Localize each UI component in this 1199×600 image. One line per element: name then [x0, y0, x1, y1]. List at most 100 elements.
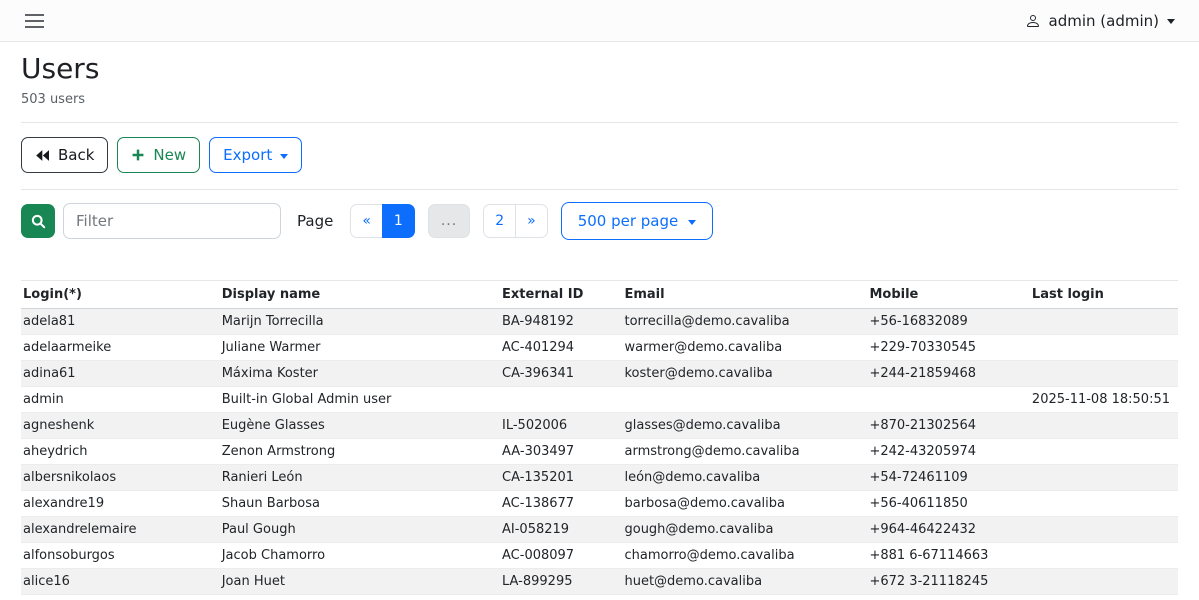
cell-external-id: BA-948192 [500, 309, 622, 335]
user-menu-dropdown[interactable]: admin (admin) [1019, 11, 1181, 31]
cell-login: aheydrich [21, 439, 220, 465]
cell-email: barbosa@demo.cavaliba [622, 491, 867, 517]
column-header: Login(*) [21, 281, 220, 309]
pagination-next[interactable]: » [515, 204, 548, 238]
cell-external-id: CA-396341 [500, 361, 622, 387]
table-row[interactable]: admin Built-in Global Admin user 2025-11… [21, 387, 1178, 413]
caret-down-icon [280, 154, 288, 159]
table-row[interactable]: alfonsoburgos Jacob Chamorro AC-008097 c… [21, 543, 1178, 569]
cell-display-name: Juliane Warmer [220, 335, 500, 361]
cell-login: albersnikolaos [21, 465, 220, 491]
cell-external-id: LA-899295 [500, 569, 622, 595]
cell-last-login [1030, 517, 1178, 543]
cell-email: chamorro@demo.cavaliba [622, 543, 867, 569]
menu-toggle-button[interactable] [21, 10, 48, 32]
cell-external-id [500, 387, 622, 413]
cell-email: gough@demo.cavaliba [622, 517, 867, 543]
cell-last-login [1030, 491, 1178, 517]
cell-last-login [1030, 543, 1178, 569]
table-row[interactable]: aheydrich Zenon Armstrong AA-303497 arms… [21, 439, 1178, 465]
page-header: Users 503 users [21, 42, 1178, 123]
page-label: Page [297, 212, 333, 230]
cell-last-login [1030, 335, 1178, 361]
table-header-row: Login(*)Display nameExternal IDEmailMobi… [21, 281, 1178, 309]
pagination-page-1[interactable]: 1 [382, 204, 415, 238]
table-row[interactable]: adina61 Máxima Koster CA-396341 koster@d… [21, 361, 1178, 387]
column-header: Email [622, 281, 867, 309]
user-count: 503 users [21, 92, 1178, 107]
search-button[interactable] [21, 204, 55, 238]
export-button-label: Export [223, 148, 272, 163]
cell-login: adela81 [21, 309, 220, 335]
hamburger-icon [25, 14, 44, 16]
cell-mobile: +964-46422432 [867, 517, 1029, 543]
new-button[interactable]: New [117, 137, 200, 173]
cell-login: alexandrelemaire [21, 517, 220, 543]
search-icon [30, 213, 47, 230]
back-button[interactable]: Back [21, 137, 108, 173]
user-menu-label: admin (admin) [1049, 12, 1159, 30]
table-row[interactable]: alexandre19 Shaun Barbosa AC-138677 barb… [21, 491, 1178, 517]
export-button[interactable]: Export [209, 137, 302, 173]
filter-bar: Page « 1 ... 2 » 500 per page [21, 202, 1178, 240]
cell-mobile: +672 3-21118245 [867, 569, 1029, 595]
table-row[interactable]: albersnikolaos Ranieri León CA-135201 le… [21, 465, 1178, 491]
cell-email: huet@demo.cavaliba [622, 569, 867, 595]
rewind-icon [35, 149, 50, 162]
cell-mobile: +870-21302564 [867, 413, 1029, 439]
cell-last-login [1030, 569, 1178, 595]
column-header: Display name [220, 281, 500, 309]
toolbar: Back New Export [21, 123, 1178, 190]
cell-last-login: 2025-11-08 18:50:51 [1030, 387, 1178, 413]
column-header: Last login [1030, 281, 1178, 309]
table-row[interactable]: adela81 Marijn Torrecilla BA-948192 torr… [21, 309, 1178, 335]
table-row[interactable]: adelaarmeike Juliane Warmer AC-401294 wa… [21, 335, 1178, 361]
cell-email [622, 387, 867, 413]
cell-email: warmer@demo.cavaliba [622, 335, 867, 361]
cell-display-name: Zenon Armstrong [220, 439, 500, 465]
cell-email: torrecilla@demo.cavaliba [622, 309, 867, 335]
cell-email: glasses@demo.cavaliba [622, 413, 867, 439]
cell-external-id: IL-502006 [500, 413, 622, 439]
cell-display-name: Máxima Koster [220, 361, 500, 387]
cell-login: alexandre19 [21, 491, 220, 517]
cell-login: alfonsoburgos [21, 543, 220, 569]
cell-last-login [1030, 361, 1178, 387]
cell-mobile: +242-43205974 [867, 439, 1029, 465]
cell-mobile: +229-70330545 [867, 335, 1029, 361]
per-page-dropdown[interactable]: 500 per page [561, 202, 714, 240]
page-title: Users [21, 52, 1178, 85]
cell-external-id: AA-303497 [500, 439, 622, 465]
cell-mobile: +244-21859468 [867, 361, 1029, 387]
cell-login: admin [21, 387, 220, 413]
per-page-label: 500 per page [578, 212, 679, 230]
cell-last-login [1030, 439, 1178, 465]
cell-external-id: AC-008097 [500, 543, 622, 569]
back-button-label: Back [58, 148, 94, 163]
filter-input[interactable] [63, 203, 281, 239]
caret-down-icon [688, 220, 696, 225]
cell-display-name: Marijn Torrecilla [220, 309, 500, 335]
column-header: External ID [500, 281, 622, 309]
cell-login: adelaarmeike [21, 335, 220, 361]
cell-external-id: AC-138677 [500, 491, 622, 517]
cell-display-name: Built-in Global Admin user [220, 387, 500, 413]
table-row[interactable]: agneshenk Eugène Glasses IL-502006 glass… [21, 413, 1178, 439]
top-navbar: admin (admin) [0, 0, 1199, 42]
cell-email: león@demo.cavaliba [622, 465, 867, 491]
cell-mobile: +54-72461109 [867, 465, 1029, 491]
cell-mobile: +56-40611850 [867, 491, 1029, 517]
table-row[interactable]: alexandrelemaire Paul Gough AI-058219 go… [21, 517, 1178, 543]
pagination-prev[interactable]: « [350, 204, 383, 238]
cell-display-name: Eugène Glasses [220, 413, 500, 439]
cell-mobile [867, 387, 1029, 413]
pagination-page-2[interactable]: 2 [483, 204, 516, 238]
cell-login: agneshenk [21, 413, 220, 439]
cell-display-name: Ranieri León [220, 465, 500, 491]
users-table: Login(*)Display nameExternal IDEmailMobi… [21, 280, 1178, 595]
cell-display-name: Jacob Chamorro [220, 543, 500, 569]
pagination-ellipsis: ... [428, 204, 470, 238]
table-row[interactable]: alice16 Joan Huet LA-899295 huet@demo.ca… [21, 569, 1178, 595]
cell-last-login [1030, 465, 1178, 491]
new-button-label: New [153, 148, 186, 163]
